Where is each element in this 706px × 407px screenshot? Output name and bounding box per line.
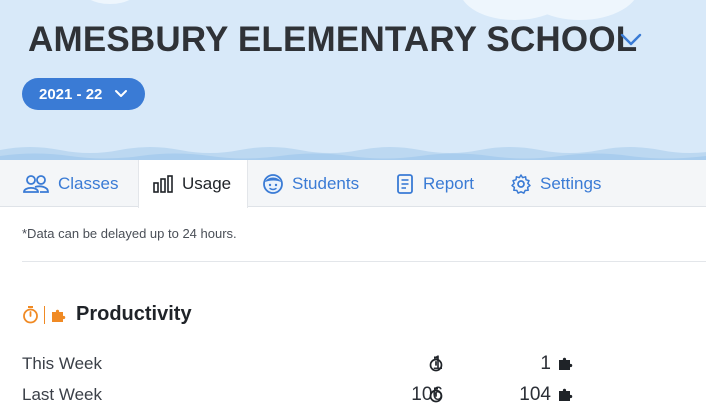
divider — [22, 261, 706, 262]
tab-classes[interactable]: Classes — [22, 160, 118, 207]
tab-students-label: Students — [292, 173, 360, 193]
stopwatch-icon — [429, 387, 443, 403]
productivity-title: Productivity — [76, 303, 192, 325]
row-label: Last Week — [22, 385, 103, 404]
users-icon — [22, 172, 50, 196]
tab-settings-label: Settings — [540, 173, 602, 193]
table-row: Last Week 106 104 — [22, 382, 582, 407]
data-delay-note: *Data can be delayed up to 24 hours. — [22, 226, 237, 241]
tab-usage-label: Usage — [182, 174, 232, 193]
tab-classes-label: Classes — [58, 173, 119, 193]
bar-chart-icon — [152, 172, 174, 196]
school-year-dropdown[interactable]: 2021 - 22 — [22, 78, 145, 110]
student-face-icon — [262, 172, 284, 196]
wave-decoration — [0, 147, 706, 162]
separator — [44, 305, 45, 324]
tab-report[interactable]: Report — [395, 160, 474, 207]
cloud-decoration — [80, 0, 140, 4]
stopwatch-icon — [429, 356, 443, 372]
school-name-title: AMESBURY ELEMENTARY SCHOOL — [28, 20, 638, 59]
chevron-down-icon[interactable] — [618, 28, 644, 50]
tab-students[interactable]: Students — [262, 160, 359, 207]
productivity-icons — [22, 305, 66, 324]
puzzle-value: 1 — [540, 353, 551, 374]
puzzle-value: 104 — [519, 384, 551, 405]
table-row: This Week 1 1 — [22, 351, 582, 377]
tab-report-label: Report — [423, 173, 475, 193]
school-year-label: 2021 - 22 — [39, 85, 103, 103]
tab-usage[interactable]: Usage — [138, 160, 248, 208]
productivity-header: Productivity — [22, 303, 192, 326]
stopwatch-icon — [23, 306, 38, 324]
puzzle-icon — [559, 388, 573, 401]
report-icon — [395, 172, 415, 196]
puzzle-icon — [52, 309, 66, 322]
tab-bar: Classes Usage Students Report Settings — [0, 160, 706, 208]
tab-settings[interactable]: Settings — [510, 160, 601, 207]
chevron-down-icon — [115, 90, 128, 97]
puzzle-icon — [559, 357, 573, 370]
gear-icon — [510, 172, 532, 196]
row-label: This Week — [22, 354, 102, 373]
